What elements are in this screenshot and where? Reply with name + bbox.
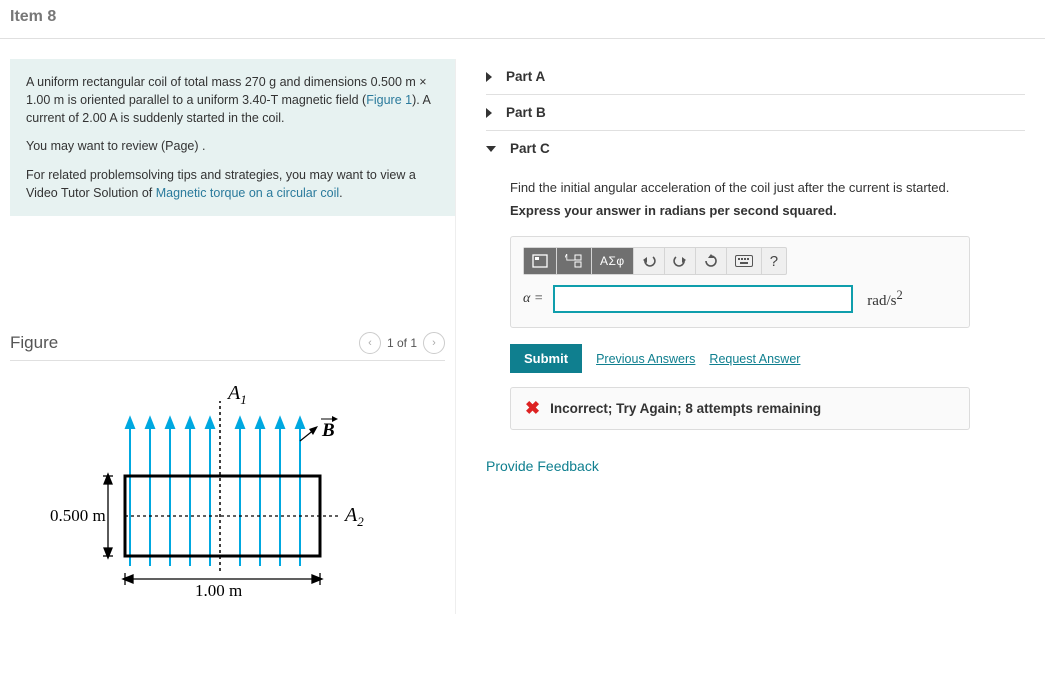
label-height: 0.500 m — [50, 506, 106, 525]
help-button[interactable]: ? — [762, 248, 786, 274]
part-c-label: Part C — [510, 141, 550, 156]
error-icon: ✖ — [525, 398, 540, 419]
problem-statement: A uniform rectangular coil of total mass… — [10, 59, 455, 216]
item-title: Item 8 — [0, 0, 1045, 39]
label-a2: A2 — [343, 504, 364, 529]
part-a-label: Part A — [506, 69, 545, 84]
review-hint: You may want to review (Page) . — [26, 137, 439, 155]
answer-input[interactable] — [553, 285, 853, 313]
feedback-text: Incorrect; Try Again; 8 attempts remaini… — [550, 401, 821, 416]
figure-diagram: A1 B A2 — [10, 361, 445, 614]
figure-prev-button[interactable]: ‹ — [359, 332, 381, 354]
figure-nav-label: 1 of 1 — [387, 336, 417, 350]
submit-button[interactable]: Submit — [510, 344, 582, 373]
part-b-header[interactable]: Part B — [486, 94, 1025, 130]
label-a1: A1 — [226, 382, 247, 407]
previous-answers-link[interactable]: Previous Answers — [596, 352, 695, 366]
b-field-arrows-icon — [126, 418, 304, 566]
part-c-prompt: Find the initial angular acceleration of… — [510, 180, 1025, 195]
label-b: B — [321, 420, 335, 441]
right-column: Part A Part B Part C Find the initial an… — [455, 59, 1045, 614]
left-column: A uniform rectangular coil of total mass… — [0, 39, 455, 614]
part-a-header[interactable]: Part A — [486, 59, 1025, 94]
feedback-message: ✖ Incorrect; Try Again; 8 attempts remai… — [510, 387, 970, 430]
fraction-icon[interactable] — [557, 248, 592, 274]
video-tutor-link[interactable]: Magnetic torque on a circular coil — [156, 186, 339, 200]
answer-panel: ΑΣφ ? — [510, 236, 970, 328]
figure-heading: Figure — [10, 333, 58, 353]
request-answer-link[interactable]: Request Answer — [709, 352, 800, 366]
part-c-hint: Express your answer in radians per secon… — [510, 203, 1025, 218]
part-c-content: Find the initial angular acceleration of… — [486, 166, 1025, 430]
part-b-label: Part B — [506, 105, 546, 120]
problem-text-3b: . — [339, 186, 342, 200]
figure-next-button[interactable]: › — [423, 332, 445, 354]
provide-feedback-link[interactable]: Provide Feedback — [486, 458, 1025, 474]
figure-1-link[interactable]: Figure 1 — [366, 93, 412, 107]
part-c-header[interactable]: Part C — [486, 130, 1025, 166]
equation-toolbar: ΑΣφ ? — [523, 247, 787, 275]
redo-icon[interactable] — [665, 248, 696, 274]
reset-icon[interactable] — [696, 248, 727, 274]
chevron-down-icon — [486, 146, 496, 152]
keyboard-icon[interactable] — [727, 248, 762, 274]
label-width: 1.00 m — [195, 581, 242, 600]
answer-variable: α = — [523, 291, 545, 307]
greek-letters-button[interactable]: ΑΣφ — [592, 248, 634, 274]
chevron-right-icon — [486, 72, 492, 82]
chevron-right-icon — [486, 108, 492, 118]
answer-unit: rad/s2 — [861, 288, 902, 310]
undo-icon[interactable] — [634, 248, 665, 274]
template-icon[interactable] — [524, 248, 557, 274]
